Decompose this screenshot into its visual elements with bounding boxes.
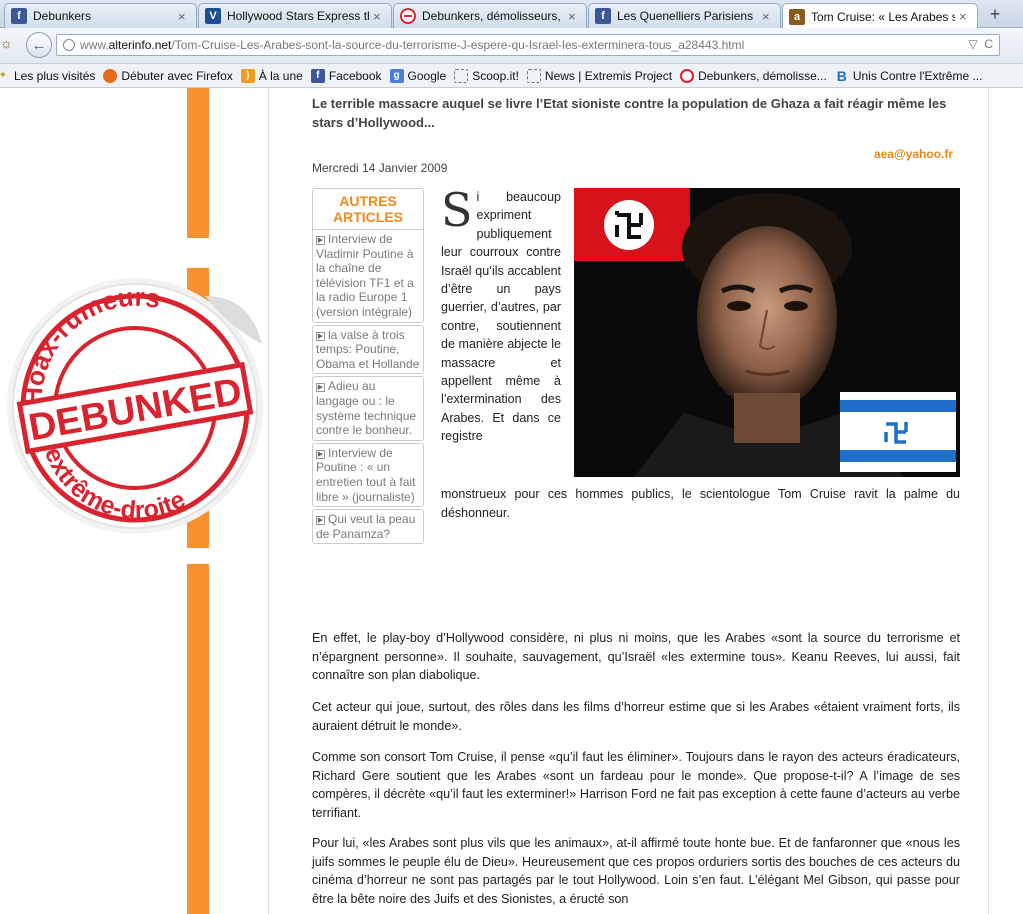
close-icon[interactable]: ×: [959, 9, 971, 24]
bookmark-label: Google: [407, 68, 447, 83]
other-article-title: Adieu au langage ou : le système techniq…: [316, 379, 417, 438]
other-article-link[interactable]: ▶ Interview de Poutine : « un entretien t…: [312, 442, 424, 508]
bookmarks-bar: ✦ Les plus visités Débuter avec Firefox …: [0, 64, 1023, 88]
column-divider: [988, 88, 989, 914]
close-icon[interactable]: ×: [373, 9, 385, 24]
close-icon[interactable]: ×: [762, 9, 774, 24]
tab-hollywood-stars[interactable]: V Hollywood Stars Express th... ×: [198, 3, 392, 28]
bookmark-label: Facebook: [328, 68, 382, 83]
bookmark-label: Scoop.it!: [472, 68, 519, 83]
tab-label: Hollywood Stars Express th...: [227, 9, 369, 23]
article-subtitle: Le terrible massacre auquel se livre l’E…: [312, 96, 947, 130]
globe-icon: [63, 39, 75, 51]
other-article-title: la valse à trois temps: Poutine, Obama e…: [316, 327, 420, 371]
bookmark-label: News | Extremis Project: [544, 68, 673, 83]
bookmark-label: À la une: [258, 68, 303, 83]
tab-quenelliers[interactable]: f Les Quenelliers Parisiens ×: [588, 3, 781, 28]
bookmark-facebook[interactable]: f Facebook: [310, 68, 382, 83]
article-paragraph: Comme son consort Tom Cruise, il pense «…: [312, 750, 960, 820]
debunked-sticker: Hoax-rumeurs d'extrême-droite DEBUNKED: [0, 256, 270, 556]
url-bar[interactable]: www. alterinfo.net/Tom-Cruise-Les-Arabes-…: [56, 34, 1000, 56]
other-article-link[interactable]: ▶ Adieu au langage ou : le système techni…: [312, 376, 424, 441]
firefox-icon: [103, 68, 118, 83]
no-entry-icon: [400, 8, 416, 24]
arrow-right-icon: ▶: [316, 383, 325, 393]
reload-icon[interactable]: C: [984, 37, 993, 51]
tab-label: Tom Cruise: « Les Arabes s...: [811, 9, 955, 24]
arrow-right-icon: ▶: [316, 449, 325, 459]
rss-icon: ): [240, 68, 255, 83]
vimeo-icon: V: [205, 8, 221, 24]
tab-label: Les Quenelliers Parisiens: [617, 9, 754, 23]
url-controls: ▽ C: [968, 37, 993, 51]
arrow-right-icon: ▶: [316, 236, 325, 245]
author-email-link[interactable]: aea@yahoo.fr: [874, 147, 953, 161]
facebook-icon: f: [310, 68, 325, 83]
arrow-right-icon: ▶: [316, 331, 325, 341]
no-entry-icon: [680, 68, 695, 83]
tab-debunkers[interactable]: f Debunkers ×: [4, 3, 197, 28]
bookmark-label: Les plus visités: [14, 68, 96, 83]
bookmark-firefox[interactable]: Débuter avec Firefox: [103, 68, 233, 83]
navigation-bar: ☼ ← www. alterinfo.net/Tom-Cruise-Les-Ara…: [0, 28, 1023, 64]
article-intro: Si beaucoup expriment publiquement leur …: [441, 183, 561, 446]
other-articles-box: AUTRES ARTICLES ▶ Interview de Vladimir P…: [312, 188, 424, 546]
article-paragraph: En effet, le play-boy d’Hollywood consid…: [312, 631, 960, 683]
arrow-right-icon: ▶: [316, 516, 325, 526]
close-icon[interactable]: ×: [178, 9, 190, 24]
bookmark-unis-contre[interactable]: B Unis Contre l'Extrême ...: [835, 67, 983, 84]
debunked-stamp: Hoax-rumeurs d'extrême-droite DEBUNKED: [7, 278, 263, 534]
page-icon: [454, 68, 469, 83]
back-arrow-icon: ←: [31, 36, 47, 54]
b-icon: B: [836, 67, 847, 84]
portrait-image: [574, 188, 960, 477]
intro-text-continued: monstrueux pour ces hommes publics, le s…: [441, 487, 960, 520]
back-button[interactable]: ←: [26, 32, 52, 58]
url-host: alterinfo.net: [108, 38, 172, 52]
close-icon[interactable]: ×: [568, 9, 580, 24]
google-icon: g: [389, 68, 404, 83]
other-article-link[interactable]: ▶ Qui veut la peau de Panamza?: [312, 509, 424, 545]
bookmark-google[interactable]: g Google: [389, 68, 447, 83]
dropdown-icon[interactable]: ▽: [968, 37, 977, 51]
other-article-title: Qui veut la peau de Panamza?: [316, 512, 416, 541]
bookmark-a-la-une[interactable]: ) À la une: [240, 68, 303, 83]
article-date: Mercredi 14 Janvier 2009: [312, 161, 448, 175]
facebook-icon: f: [595, 8, 611, 24]
bookmark-debunkers[interactable]: Debunkers, démolisse...: [680, 68, 827, 83]
star-icon: ✦: [0, 69, 10, 83]
bookmark-scoopit[interactable]: Scoop.it!: [454, 68, 519, 83]
bookmark-label: Unis Contre l'Extrême ...: [852, 68, 983, 83]
article-paragraph: Pour lui, «les Arabes sont plus vils que…: [312, 836, 960, 906]
drop-cap: S: [441, 183, 473, 237]
bookmark-label: Debunkers, démolisse...: [698, 68, 827, 83]
bookmark-extremis[interactable]: News | Extremis Project: [526, 68, 673, 83]
page-content: Le terrible massacre auquel se livre l’E…: [0, 88, 1023, 914]
page-icon: [526, 68, 541, 83]
identity-icon: ☼: [0, 35, 13, 51]
url-path: /Tom-Cruise-Les-Arabes-sont-la-source-du…: [171, 38, 745, 52]
bookmark-label: Débuter avec Firefox: [121, 68, 233, 83]
other-articles-heading: AUTRES ARTICLES: [312, 188, 424, 230]
tab-bar: f Debunkers × V Hollywood Stars Express …: [0, 0, 1023, 29]
url-prefix: www.: [80, 38, 109, 52]
tab-debunkers-demolisseurs[interactable]: Debunkers, démolisseurs, ... ×: [393, 3, 587, 28]
facebook-icon: f: [11, 8, 27, 24]
other-article-title: Interview de Poutine : « un entretien to…: [316, 445, 416, 504]
new-tab-button[interactable]: +: [985, 4, 1005, 25]
tab-label: Debunkers, démolisseurs, ...: [422, 9, 564, 23]
article-photo: [574, 188, 960, 477]
bookmark-most-visited[interactable]: ✦ Les plus visités: [0, 69, 95, 83]
tab-tom-cruise[interactable]: a Tom Cruise: « Les Arabes s... ×: [782, 3, 978, 29]
other-article-link[interactable]: ▶ Interview de Vladimir Poutine à la chaî…: [312, 230, 424, 323]
article-paragraph: Cet acteur qui joue, surtout, des rôles …: [312, 700, 960, 733]
other-article-title: Interview de Vladimir Poutine à la chaîn…: [316, 232, 414, 319]
tab-label: Debunkers: [33, 9, 92, 23]
other-article-link[interactable]: ▶ la valse à trois temps: Poutine, Obama …: [312, 324, 424, 375]
alterinfo-icon: a: [789, 8, 805, 25]
